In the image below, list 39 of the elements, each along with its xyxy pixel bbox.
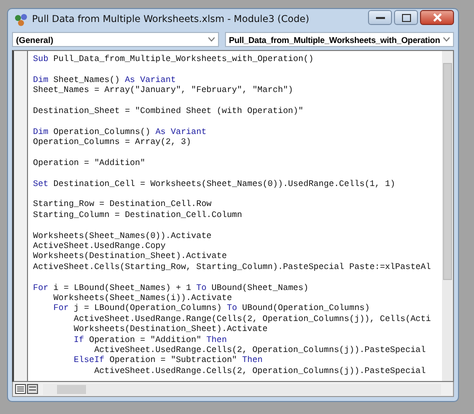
- procedure-dropdown[interactable]: Pull_Data_from_Multiple_Worksheets_with_Operation: [224, 32, 454, 47]
- code-line: Operation = "Addition": [33, 158, 146, 168]
- code-line: Starting_Row = Destination_Cell.Row: [33, 199, 213, 210]
- code-line: ActiveSheet.UsedRange.Cells(2, Operation_Columns(j)).PasteSpecial: [93, 366, 427, 376]
- window-title: Pull Data from Multiple Worksheets.xlsm - Module3 (Code): [32, 14, 310, 25]
- code-line: Destination_Sheet = "Combined Sheet (with Operation)": [33, 106, 304, 116]
- vertical-scrollbar[interactable]: [442, 51, 453, 381]
- code-line: Set Destination_Cell = Worksheets(Sheet_Names(0)).UsedRange.Cells(1, 1): [33, 178, 396, 190]
- code-line: Worksheets(Sheet_Names(0)).Activate: [33, 230, 213, 242]
- code-line: Worksheets(Destination_Sheet).Activate: [72, 324, 269, 335]
- code-line: Sheet_Names = Array("January", "February", "March"): [33, 85, 294, 96]
- module-view-icon[interactable]: [27, 384, 38, 394]
- procedure-view-icon[interactable]: [15, 384, 26, 394]
- chevron-down-icon: [443, 37, 450, 42]
- chevron-down-icon: [208, 37, 215, 42]
- code-line: Operation_Columns = Array(2, 3): [33, 137, 192, 148]
- code-line: Worksheets(Sheet_Names(i)).Activate: [52, 292, 233, 304]
- minimize-icon: [376, 16, 384, 19]
- code-line: Worksheets(Destination_Sheet).Activate: [33, 251, 228, 262]
- horizontal-scrollbar[interactable]: [43, 384, 441, 394]
- close-button[interactable]: [420, 10, 454, 25]
- object-dropdown[interactable]: (General): [12, 32, 219, 47]
- code-line: Dim Operation_Columns() As Variant: [33, 126, 208, 138]
- restore-button[interactable]: [394, 10, 418, 25]
- code-line: ActiveSheet.UsedRange.Range(Cells(2, Operation_Columns(j)), Cells(Acti: [72, 314, 432, 324]
- code-line: ActiveSheet.UsedRange.Cells(2, Operation_Columns(j)).PasteSpecial: [93, 344, 427, 356]
- code-line: Dim Sheet_Names() As Variant: [33, 74, 177, 86]
- restore-icon: [402, 14, 410, 22]
- code-line: Starting_Column = Destination_Cell.Column: [33, 210, 244, 220]
- code-line: For j = LBound(Operation_Columns) To UBound(Operation_Columns): [52, 303, 371, 314]
- code-line: ElseIf Operation = "Subtraction" Then: [72, 355, 264, 366]
- close-icon: [432, 13, 442, 22]
- code-line: Sub Pull_Data_from_Multiple_Worksheets_with_Operation(): [33, 54, 315, 64]
- app-icon: [14, 12, 28, 26]
- code-line: ActiveSheet.UsedRange.Copy: [33, 241, 167, 252]
- code-line: ActiveSheet.Cells(Starting_Row, Starting_Column).PasteSpecial Paste:=xlPasteAl: [33, 262, 432, 272]
- code-line: For i = LBound(Sheet_Names) + 1 To UBound(Sheet_Names): [33, 282, 310, 293]
- minimize-button[interactable]: [368, 10, 392, 25]
- code-line: If Operation = "Addition" Then: [72, 334, 228, 345]
